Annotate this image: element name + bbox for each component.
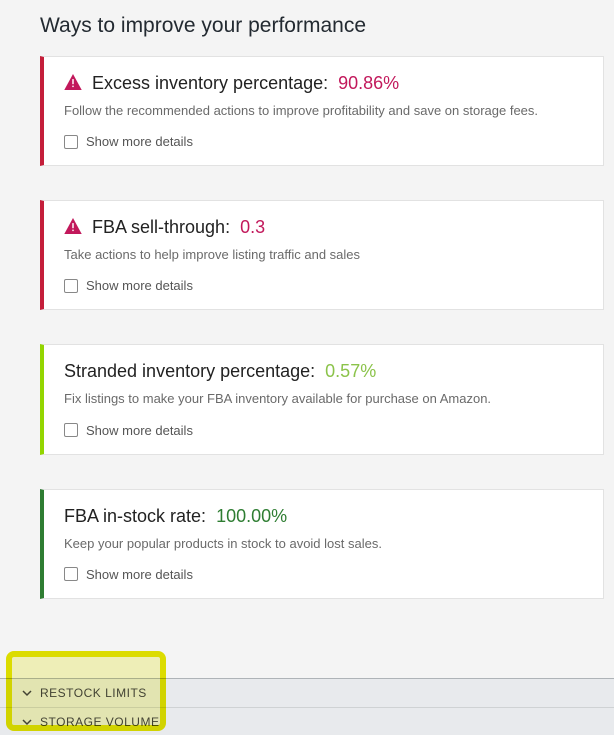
metric-desc: Follow the recommended actions to improv… — [64, 102, 585, 120]
chevron-down-icon — [22, 717, 32, 727]
metric-value: 90.86% — [338, 73, 399, 94]
metric-value: 100.00% — [216, 506, 287, 527]
show-more-toggle[interactable]: Show more details — [64, 423, 585, 438]
show-more-toggle[interactable]: Show more details — [64, 567, 585, 582]
warning-icon — [64, 218, 82, 234]
show-more-label: Show more details — [86, 134, 193, 149]
show-more-checkbox[interactable] — [64, 279, 78, 293]
metric-name: FBA in-stock rate: — [64, 506, 206, 527]
metric-name: Excess inventory percentage: — [92, 73, 328, 94]
metric-desc: Take actions to help improve listing tra… — [64, 246, 585, 264]
show-more-label: Show more details — [86, 278, 193, 293]
show-more-label: Show more details — [86, 567, 193, 582]
bottom-row-label: STORAGE VOLUME — [40, 715, 159, 729]
card-excess-inventory: Excess inventory percentage: 90.86% Foll… — [40, 56, 604, 166]
warning-icon — [64, 74, 82, 90]
metric-value: 0.57% — [325, 361, 376, 382]
metric-desc: Keep your popular products in stock to a… — [64, 535, 585, 553]
show-more-toggle[interactable]: Show more details — [64, 134, 585, 149]
card-fba-sell-through: FBA sell-through: 0.3 Take actions to he… — [40, 200, 604, 310]
bottom-panel: RESTOCK LIMITS STORAGE VOLUME — [0, 678, 614, 735]
show-more-toggle[interactable]: Show more details — [64, 278, 585, 293]
bottom-row-restock-limits[interactable]: RESTOCK LIMITS — [0, 679, 614, 707]
show-more-checkbox[interactable] — [64, 423, 78, 437]
show-more-label: Show more details — [86, 423, 193, 438]
card-stranded-inventory: Stranded inventory percentage: 0.57% Fix… — [40, 344, 604, 454]
metric-value: 0.3 — [240, 217, 265, 238]
chevron-down-icon — [22, 688, 32, 698]
card-fba-in-stock: FBA in-stock rate: 100.00% Keep your pop… — [40, 489, 604, 599]
bottom-row-storage-volume[interactable]: STORAGE VOLUME — [0, 707, 614, 735]
bottom-row-label: RESTOCK LIMITS — [40, 686, 147, 700]
metric-desc: Fix listings to make your FBA inventory … — [64, 390, 585, 408]
metric-name: FBA sell-through: — [92, 217, 230, 238]
show-more-checkbox[interactable] — [64, 135, 78, 149]
metric-name: Stranded inventory percentage: — [64, 361, 315, 382]
page-title: Ways to improve your performance — [40, 14, 604, 38]
show-more-checkbox[interactable] — [64, 567, 78, 581]
